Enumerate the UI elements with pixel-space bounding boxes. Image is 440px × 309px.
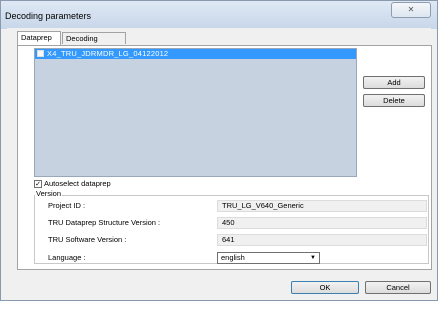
delete-button[interactable]: Delete bbox=[363, 94, 425, 107]
title-bar: Decoding parameters ✕ bbox=[1, 1, 437, 29]
version-group-label: Version bbox=[35, 189, 63, 198]
dataprep-listbox[interactable]: X4_TRU_JDRMDR_LG_04122012 bbox=[34, 48, 357, 177]
project-id-value: TRU_LG_V640_Generic bbox=[217, 200, 427, 212]
list-item-label: X4_TRU_JDRMDR_LG_04122012 bbox=[47, 49, 169, 58]
language-select-value: english bbox=[221, 253, 245, 262]
autoselect-checkbox[interactable]: ✓ bbox=[34, 180, 42, 188]
close-button[interactable]: ✕ bbox=[391, 2, 431, 18]
project-id-label: Project ID : bbox=[48, 201, 86, 210]
ok-button[interactable]: OK bbox=[291, 281, 359, 294]
software-version-value: 641 bbox=[217, 234, 427, 246]
add-button[interactable]: Add bbox=[363, 76, 425, 89]
tab-dataprep[interactable]: Dataprep bbox=[17, 31, 61, 45]
software-version-label: TRU Software Version : bbox=[48, 235, 127, 244]
dataprep-structure-version-value: 450 bbox=[217, 217, 427, 229]
cancel-button[interactable]: Cancel bbox=[365, 281, 431, 294]
list-item[interactable]: X4_TRU_JDRMDR_LG_04122012 bbox=[35, 49, 356, 59]
tab-decoding-options[interactable]: Decoding options bbox=[62, 32, 126, 54]
dataprep-structure-version-label: TRU Dataprep Structure Version : bbox=[48, 218, 161, 227]
language-label: Language : bbox=[48, 253, 86, 262]
chevron-down-icon[interactable]: ▼ bbox=[310, 253, 316, 263]
checkbox-icon[interactable] bbox=[37, 50, 44, 57]
autoselect-label: Autoselect dataprep bbox=[44, 179, 111, 188]
language-select[interactable]: english ▼ bbox=[217, 252, 320, 264]
window-title: Decoding parameters bbox=[5, 11, 92, 21]
tab-dataprep-label: Dataprep bbox=[21, 33, 52, 42]
